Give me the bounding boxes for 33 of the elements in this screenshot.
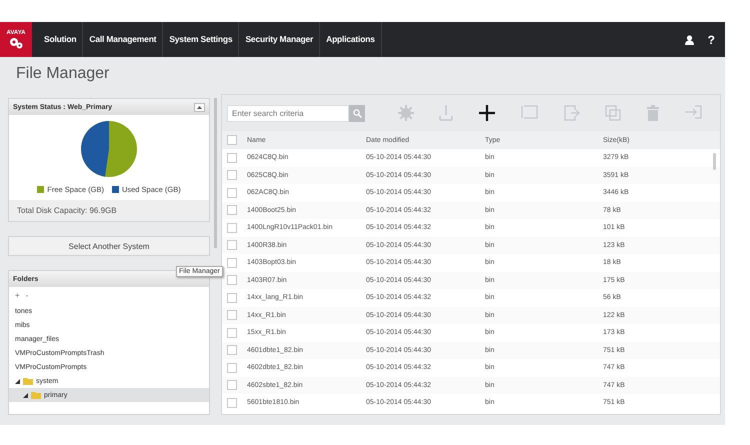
search-icon (352, 108, 362, 118)
select-system-button[interactable]: Select Another System (8, 236, 210, 256)
pie-chart-drawing (79, 119, 139, 179)
scrollbar-thumb[interactable] (713, 153, 716, 170)
row-checkbox[interactable] (227, 398, 237, 408)
row-checkbox[interactable] (227, 292, 237, 303)
total-capacity-text: Total Disk Capacity: 96.9GB (9, 200, 209, 221)
row-checkbox[interactable] (227, 205, 237, 216)
collapse-all-button[interactable]: - (26, 291, 28, 300)
row-checkbox[interactable] (227, 240, 237, 250)
user-icon[interactable] (684, 34, 694, 44)
row-checkbox[interactable] (227, 345, 237, 356)
row-checkbox[interactable] (227, 362, 237, 373)
row-checkbox[interactable] (227, 258, 237, 268)
row-checkbox[interactable] (227, 170, 237, 180)
row-checkbox[interactable] (227, 152, 237, 163)
expand-all-button[interactable]: + (15, 291, 20, 300)
page-title: File Manager (0, 57, 725, 90)
splitter-handle[interactable] (214, 98, 217, 248)
plus-icon[interactable] (478, 105, 495, 121)
row-checkbox[interactable] (227, 275, 237, 286)
caret-icon (197, 106, 202, 108)
row-checkbox[interactable] (227, 222, 237, 233)
row-checkbox[interactable] (227, 328, 237, 338)
row-checkbox[interactable] (227, 380, 237, 390)
search-field[interactable]: Enter search criteria (227, 104, 349, 122)
collapse-button[interactable] (194, 102, 205, 112)
help-button[interactable]: ? (708, 32, 715, 46)
row-checkbox[interactable] (227, 310, 237, 320)
search-button[interactable] (349, 104, 365, 122)
select-all-checkbox[interactable] (227, 135, 237, 145)
gears-icon (9, 37, 23, 49)
row-checkbox[interactable] (227, 188, 237, 198)
